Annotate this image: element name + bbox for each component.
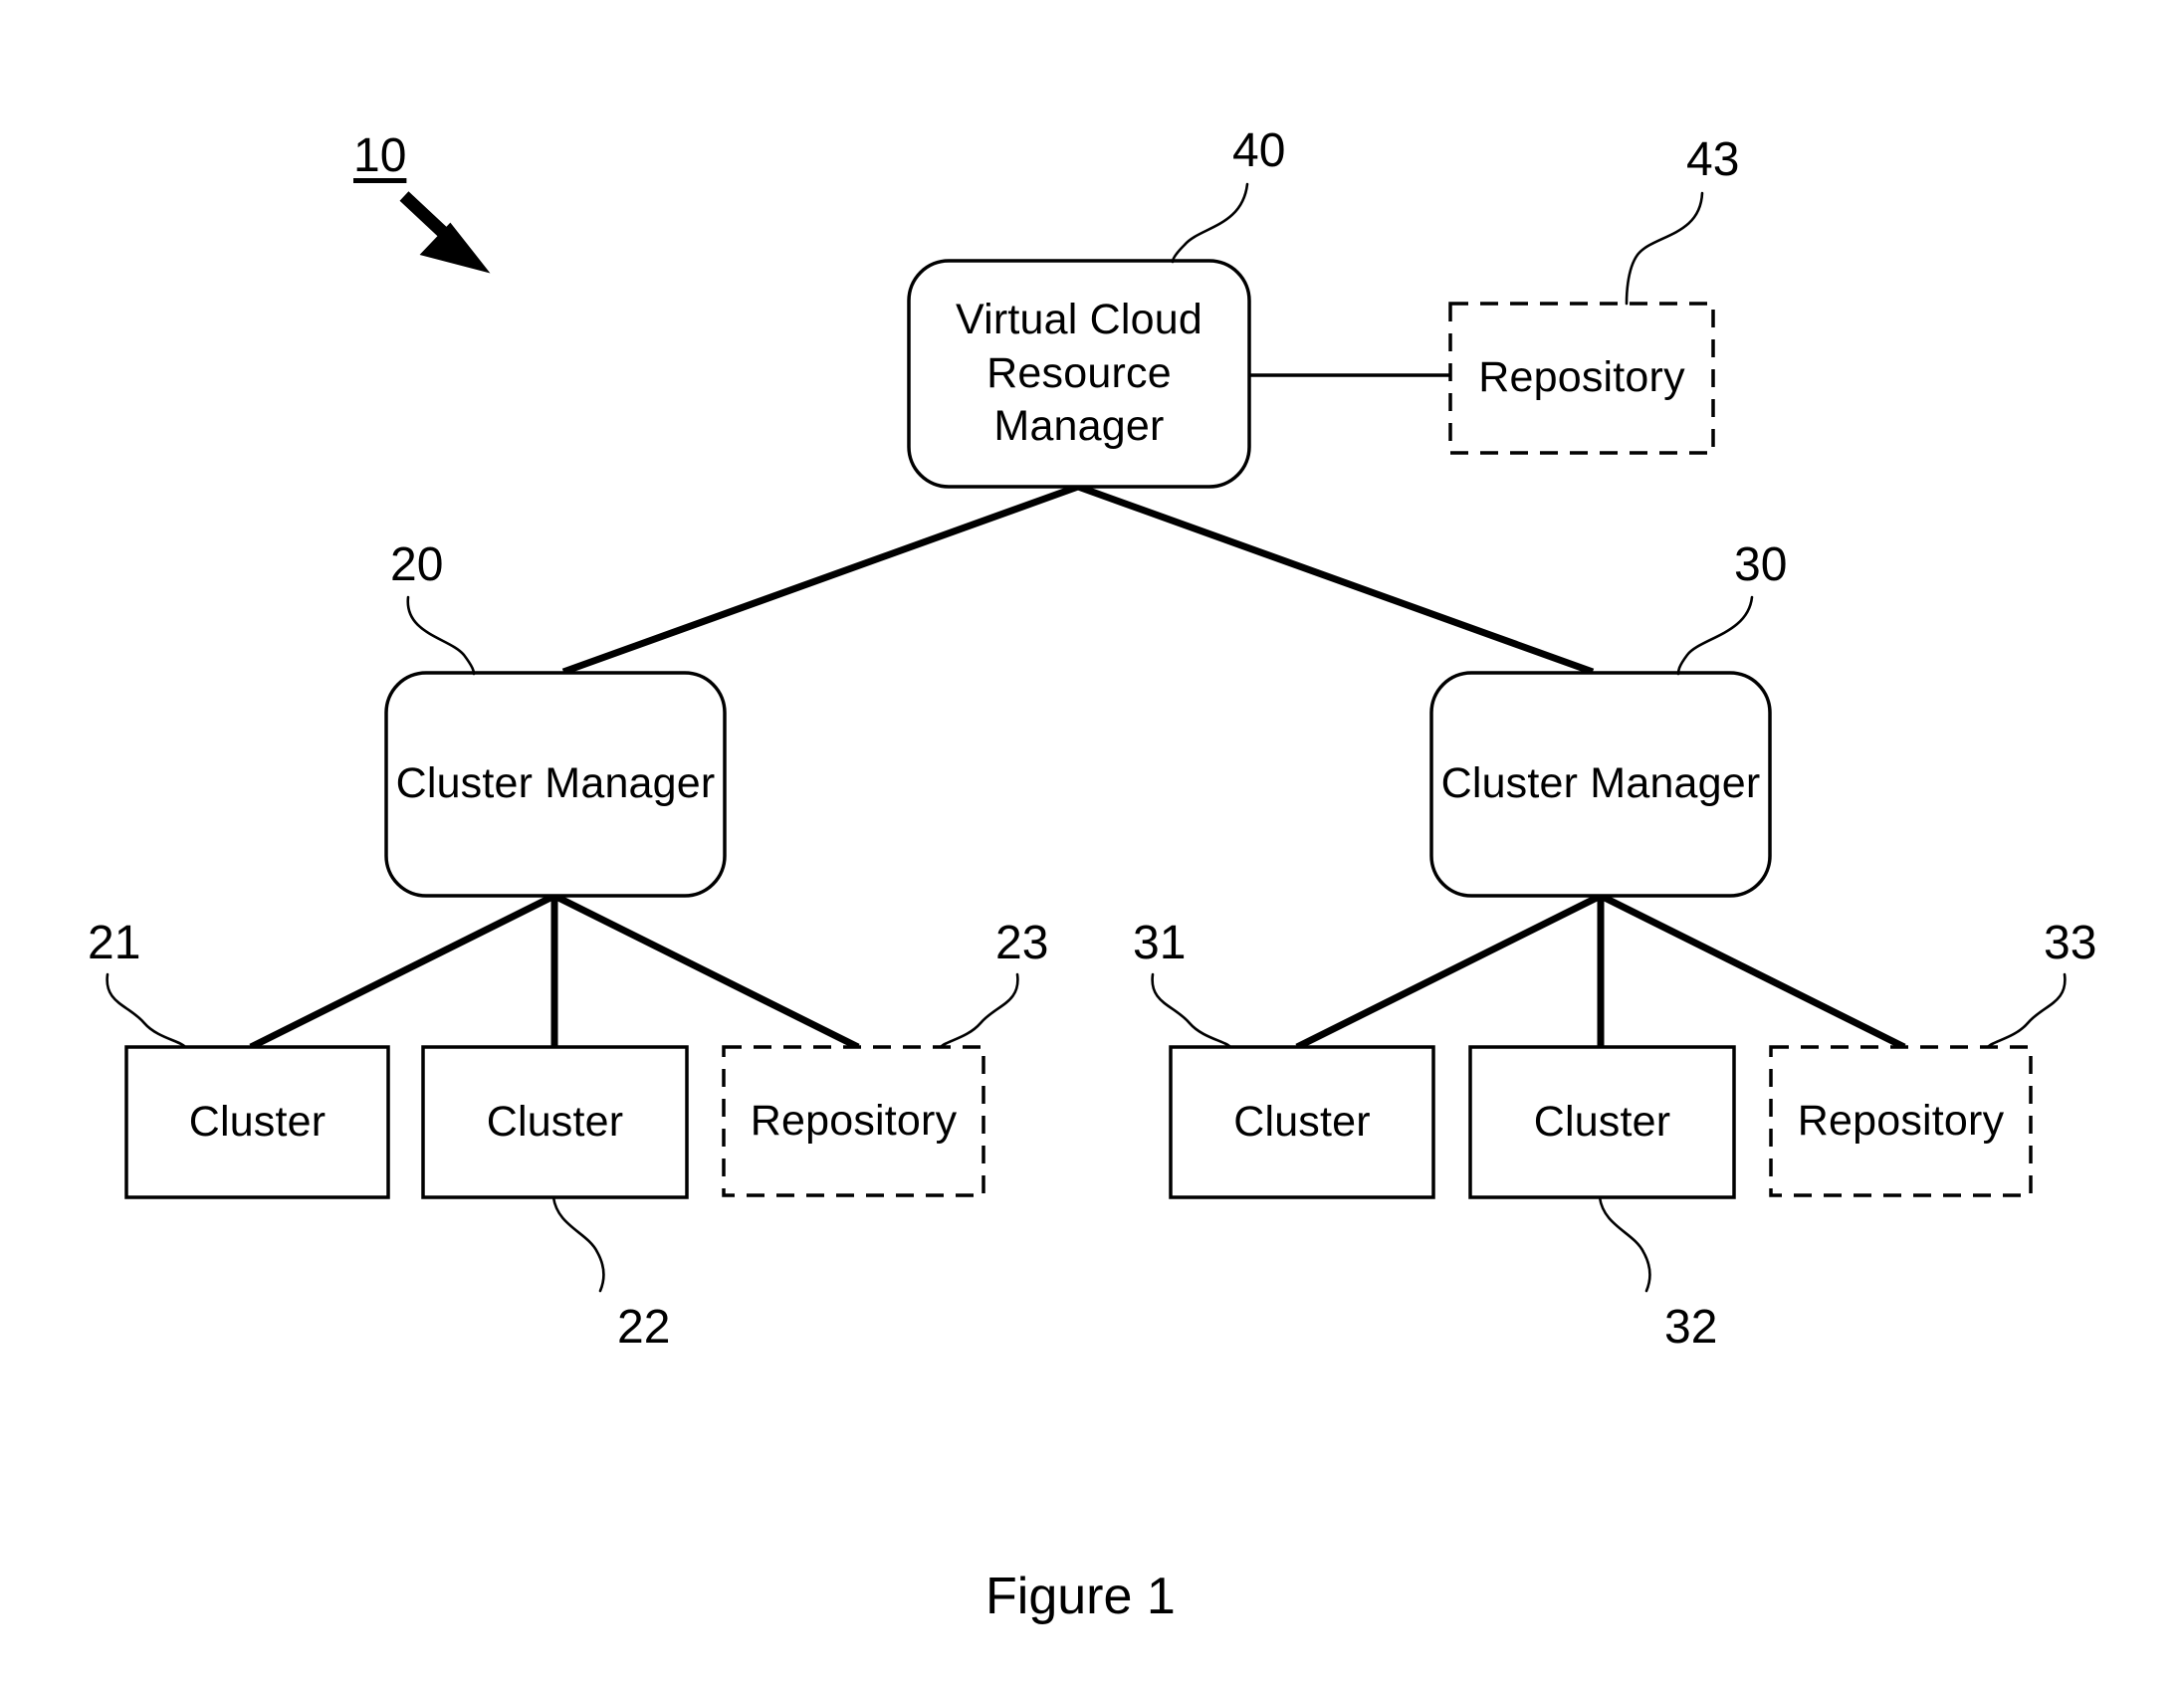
leader-line-40 bbox=[1171, 182, 1249, 264]
ref-numeral-23: 23 bbox=[995, 917, 1049, 969]
edge-cmr-to-repository-33 bbox=[1599, 892, 1906, 1051]
leader-line-22 bbox=[551, 1195, 605, 1293]
node-cluster-22-shape[interactable] bbox=[421, 1045, 689, 1199]
edge-vcrm-to-cluster-manager-right bbox=[1076, 483, 1595, 676]
leader-line-30 bbox=[1676, 595, 1754, 676]
patent-figure-1: Virtual Cloud Resource Manager Repositor… bbox=[0, 0, 2184, 1686]
edge-cml-to-repository-23 bbox=[552, 892, 860, 1051]
edge-vcrm-to-cluster-manager-left bbox=[561, 483, 1080, 676]
ref-numeral-40: 40 bbox=[1232, 124, 1286, 177]
node-cluster-21-shape[interactable] bbox=[124, 1045, 390, 1199]
ref-numeral-22: 22 bbox=[617, 1301, 671, 1354]
ref-numeral-20: 20 bbox=[390, 538, 444, 591]
leader-line-43 bbox=[1625, 191, 1704, 306]
leader-line-20 bbox=[406, 595, 476, 676]
node-cluster-31-shape[interactable] bbox=[1169, 1045, 1435, 1199]
figure-caption: Figure 1 bbox=[985, 1568, 1176, 1625]
ref-numeral-30: 30 bbox=[1734, 538, 1788, 591]
ref-numeral-43: 43 bbox=[1686, 133, 1740, 186]
ref-numeral-33: 33 bbox=[2044, 917, 2097, 969]
system-arrow-head bbox=[419, 222, 491, 274]
edge-cmr-to-cluster-31 bbox=[1295, 892, 1603, 1051]
node-cluster-manager-right-shape[interactable] bbox=[1429, 671, 1772, 898]
edge-cml-to-cluster-21 bbox=[249, 892, 556, 1051]
leader-line-32 bbox=[1598, 1195, 1651, 1293]
ref-numeral-10: 10 bbox=[353, 129, 407, 182]
node-repository-top-shape[interactable] bbox=[1448, 302, 1715, 455]
leader-line-23 bbox=[939, 972, 1019, 1049]
diagram-canvas bbox=[106, 182, 2067, 1293]
ref-numeral-32: 32 bbox=[1664, 1301, 1718, 1354]
ref-numeral-31: 31 bbox=[1133, 917, 1187, 969]
leader-line-33 bbox=[1986, 972, 2067, 1049]
node-vcrm-shape[interactable] bbox=[907, 259, 1251, 489]
system-arrow bbox=[399, 191, 491, 274]
node-repository-33-shape[interactable] bbox=[1769, 1045, 2033, 1197]
leader-line-21 bbox=[106, 972, 187, 1049]
node-cluster-manager-left-shape[interactable] bbox=[384, 671, 727, 898]
node-cluster-32-shape[interactable] bbox=[1468, 1045, 1736, 1199]
ref-numeral-21: 21 bbox=[88, 917, 141, 969]
leader-line-31 bbox=[1151, 972, 1232, 1049]
node-repository-23-shape[interactable] bbox=[722, 1045, 985, 1197]
